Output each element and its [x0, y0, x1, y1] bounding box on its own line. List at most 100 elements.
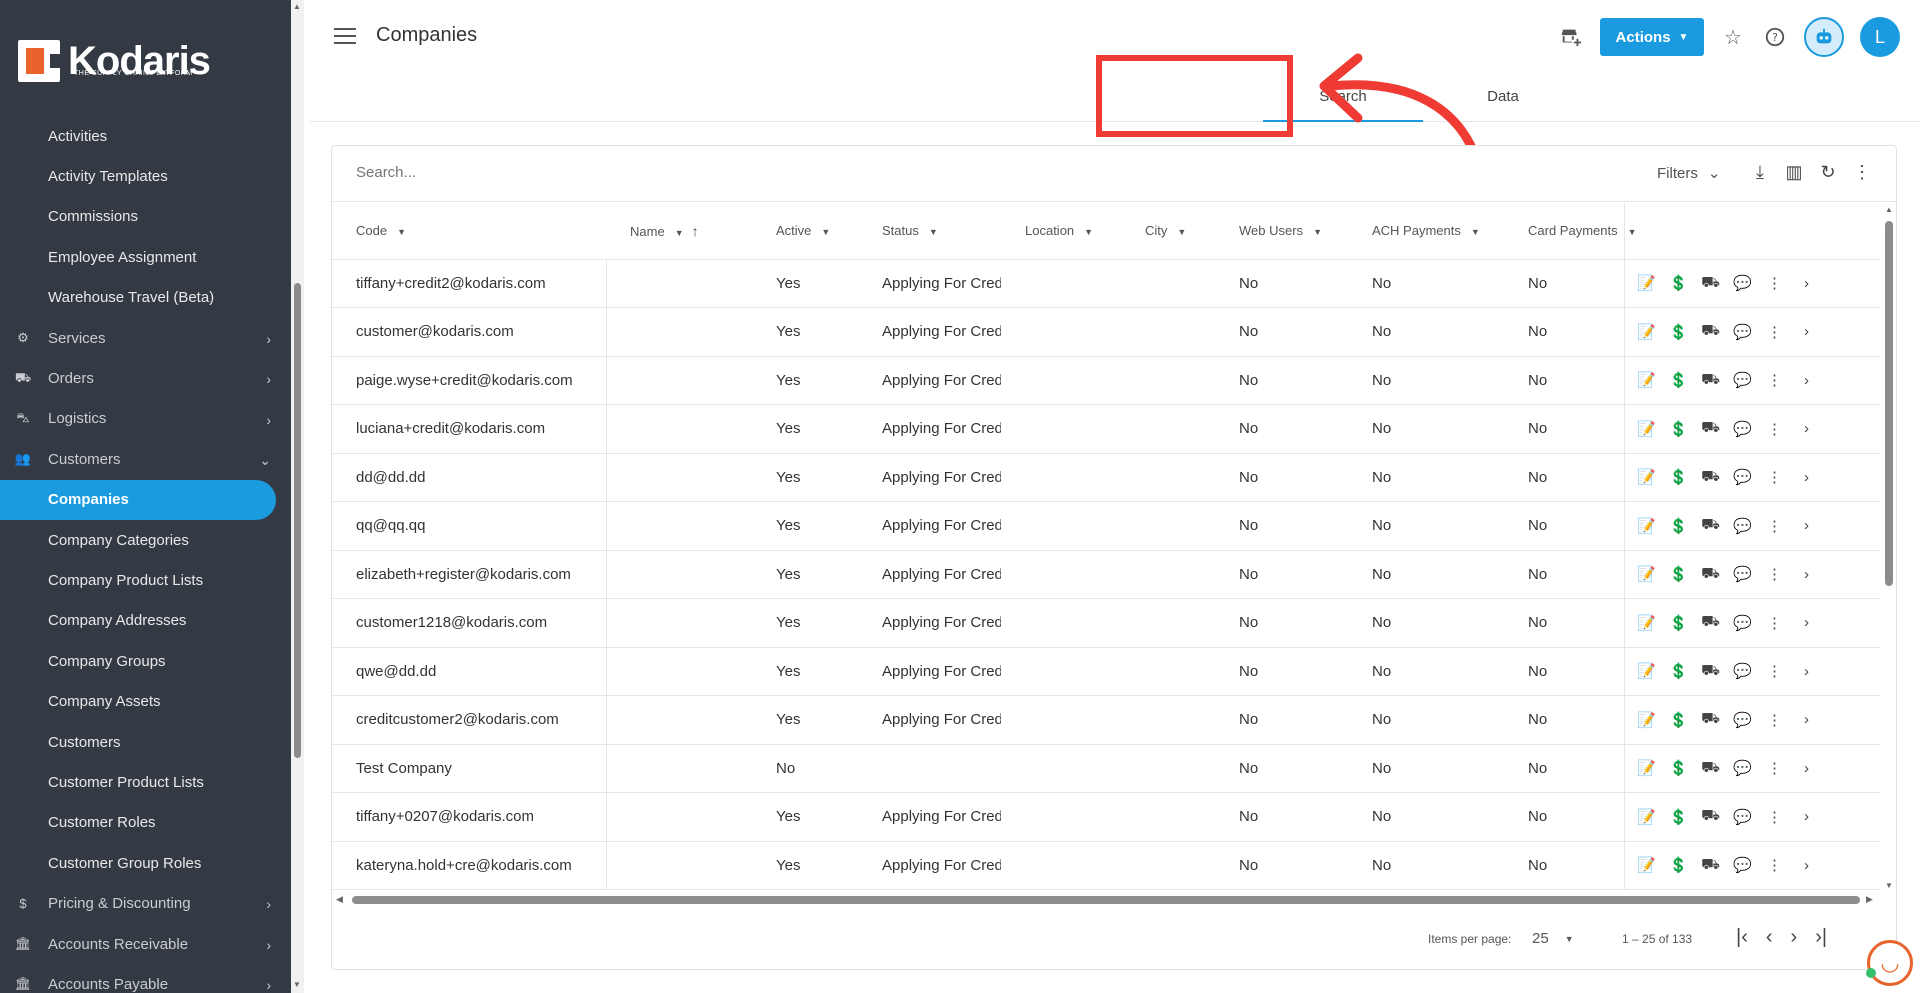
column-header-active[interactable]: Active ▼ — [752, 203, 858, 260]
shipping-icon[interactable]: ⛟ — [1701, 516, 1721, 535]
credit-app-icon[interactable]: 💲 — [1669, 274, 1689, 292]
sidebar-item-company-groups[interactable]: Company Groups — [0, 641, 291, 681]
chevron-right-icon[interactable]: › — [1797, 857, 1817, 874]
more-vert-icon[interactable]: ⋮ — [1765, 468, 1785, 486]
sort-asc-icon[interactable]: ↑ — [692, 223, 699, 239]
sidebar-item-customer-product-lists[interactable]: Customer Product Lists — [0, 762, 291, 802]
chevron-right-icon[interactable]: › — [1797, 517, 1817, 534]
more-vert-icon[interactable]: ⋮ — [1765, 856, 1785, 874]
columns-icon[interactable]: ▥ — [1784, 160, 1804, 184]
page-size-select[interactable]: 25 ▼ — [1532, 930, 1574, 947]
credit-app-icon[interactable]: 💲 — [1669, 808, 1689, 826]
column-header-code[interactable]: Code ▼ — [332, 203, 606, 260]
credit-app-icon[interactable]: 💲 — [1669, 468, 1689, 486]
more-vert-icon[interactable]: ⋮ — [1765, 565, 1785, 583]
add-note-icon[interactable]: 📝 — [1637, 856, 1657, 874]
more-vert-icon[interactable]: ⋮ — [1765, 759, 1785, 777]
shipping-icon[interactable]: ⛟ — [1701, 613, 1721, 632]
add-note-icon[interactable]: 📝 — [1637, 323, 1657, 341]
column-header-city[interactable]: City ▼ — [1121, 203, 1215, 260]
more-vert-icon[interactable]: ⋮ — [1765, 274, 1785, 292]
chat-widget-icon[interactable]: ◡ — [1867, 940, 1913, 986]
sidebar-item-company-assets[interactable]: Company Assets — [0, 681, 291, 721]
caret-down-icon[interactable]: ▼ — [1084, 227, 1093, 237]
column-header-ach-payments[interactable]: ACH Payments ▼ — [1348, 203, 1504, 260]
comment-icon[interactable]: 💬 — [1733, 420, 1753, 438]
filters-button[interactable]: Filters ⌄ — [1657, 164, 1720, 183]
credit-app-icon[interactable]: 💲 — [1669, 420, 1689, 438]
add-store-icon[interactable] — [1558, 24, 1584, 50]
assistant-bot-icon[interactable] — [1804, 17, 1844, 57]
refresh-icon[interactable]: ↻ — [1818, 160, 1838, 184]
comment-icon[interactable]: 💬 — [1733, 517, 1753, 535]
column-header-web-users[interactable]: Web Users ▼ — [1215, 203, 1348, 260]
last-page-icon[interactable]: ›| — [1815, 926, 1827, 949]
caret-down-icon[interactable]: ▼ — [397, 227, 406, 237]
scroll-down-arrow[interactable]: ▼ — [1885, 881, 1893, 890]
add-note-icon[interactable]: 📝 — [1637, 420, 1657, 438]
column-header-location[interactable]: Location ▼ — [1001, 203, 1121, 260]
shipping-icon[interactable]: ⛟ — [1701, 856, 1721, 875]
comment-icon[interactable]: 💬 — [1733, 565, 1753, 583]
shipping-icon[interactable]: ⛟ — [1701, 419, 1721, 438]
more-vert-icon[interactable]: ⋮ — [1765, 808, 1785, 826]
sidebar-item-company-product-lists[interactable]: Company Product Lists — [0, 560, 291, 600]
sidebar-item-orders[interactable]: ⛟ Orders › — [0, 358, 291, 398]
chevron-right-icon[interactable]: › — [1797, 711, 1817, 728]
sidebar-item-warehouse-travel-beta[interactable]: Warehouse Travel (Beta) — [0, 278, 291, 318]
scroll-right-arrow[interactable]: ▶ — [1866, 894, 1873, 905]
comment-icon[interactable]: 💬 — [1733, 468, 1753, 486]
comment-icon[interactable]: 💬 — [1733, 759, 1753, 777]
menu-toggle-icon[interactable] — [334, 28, 356, 46]
more-vert-icon[interactable]: ⋮ — [1765, 517, 1785, 535]
caret-down-icon[interactable]: ▼ — [1471, 227, 1480, 237]
credit-app-icon[interactable]: 💲 — [1669, 323, 1689, 341]
table-horizontal-scrollbar[interactable]: ◀ ▶ — [332, 893, 1898, 907]
caret-down-icon[interactable]: ▼ — [1313, 227, 1322, 237]
chevron-right-icon[interactable]: › — [1797, 760, 1817, 777]
first-page-icon[interactable]: |‹ — [1736, 926, 1748, 949]
comment-icon[interactable]: 💬 — [1733, 856, 1753, 874]
table-row[interactable]: customer1218@kodaris.com Yes Applying For … — [332, 598, 1880, 648]
table-row[interactable]: qwe@dd.dd Yes Applying For Credit No No No 📝 💲 ⛟… — [332, 647, 1880, 696]
shipping-icon[interactable]: ⛟ — [1701, 371, 1721, 390]
star-icon[interactable]: ☆ — [1720, 24, 1746, 50]
shipping-icon[interactable]: ⛟ — [1701, 565, 1721, 584]
table-row[interactable]: luciana+credit@kodaris.com Yes Applying Fo… — [332, 404, 1880, 454]
table-hscroll-thumb[interactable] — [352, 896, 1860, 904]
credit-app-icon[interactable]: 💲 — [1669, 759, 1689, 777]
sidebar-item-company-addresses[interactable]: Company Addresses — [0, 601, 291, 641]
sidebar-item-company-categories[interactable]: Company Categories — [0, 520, 291, 560]
table-vertical-scrollbar[interactable]: ▲ ▼ — [1882, 203, 1896, 893]
sidebar-item-pricing-discounting[interactable]: $ Pricing & Discounting › — [0, 883, 291, 923]
comment-icon[interactable]: 💬 — [1733, 371, 1753, 389]
caret-down-icon[interactable]: ▼ — [821, 227, 830, 237]
comment-icon[interactable]: 💬 — [1733, 662, 1753, 680]
shipping-icon[interactable]: ⛟ — [1701, 468, 1721, 487]
add-note-icon[interactable]: 📝 — [1637, 759, 1657, 777]
table-row[interactable]: creditcustomer2@kodaris.com Yes Applying F… — [332, 695, 1880, 745]
table-row[interactable]: tiffany+0207@kodaris.com Yes Applying For … — [332, 792, 1880, 842]
previous-page-icon[interactable]: ‹ — [1766, 926, 1773, 949]
comment-icon[interactable]: 💬 — [1733, 323, 1753, 341]
more-vert-icon[interactable]: ⋮ — [1765, 662, 1785, 680]
chevron-right-icon[interactable]: › — [1797, 808, 1817, 825]
search-input[interactable] — [356, 164, 1256, 181]
caret-down-icon[interactable]: ▼ — [929, 227, 938, 237]
column-header-name[interactable]: Name ▼ ↑ — [606, 203, 752, 260]
add-note-icon[interactable]: 📝 — [1637, 662, 1657, 680]
table-row[interactable]: kateryna.hold+cre@kodaris.com Yes Applying… — [332, 841, 1880, 890]
more-vert-icon[interactable]: ⋮ — [1765, 711, 1785, 729]
sidebar-item-companies[interactable]: Companies — [0, 479, 276, 520]
caret-down-icon[interactable]: ▼ — [675, 228, 684, 238]
sidebar-scroll-thumb[interactable] — [294, 283, 301, 758]
chevron-right-icon[interactable]: › — [1797, 323, 1817, 340]
chevron-right-icon[interactable]: › — [1797, 614, 1817, 631]
chevron-right-icon[interactable]: › — [1797, 469, 1817, 486]
sidebar-item-customer-group-roles[interactable]: Customer Group Roles — [0, 843, 291, 883]
user-avatar[interactable]: L — [1860, 17, 1900, 57]
credit-app-icon[interactable]: 💲 — [1669, 614, 1689, 632]
help-icon[interactable]: ? — [1762, 24, 1788, 50]
chevron-right-icon[interactable]: › — [1797, 275, 1817, 292]
chevron-right-icon[interactable]: › — [1797, 566, 1817, 583]
